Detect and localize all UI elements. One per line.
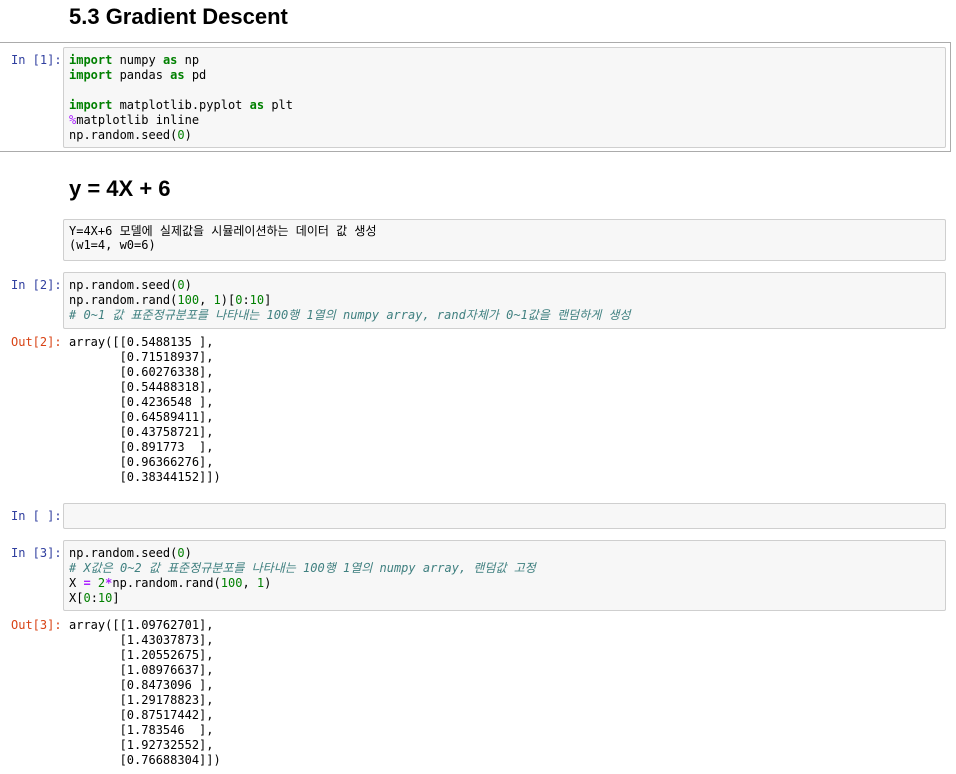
cell-1-code: import numpy as np import pandas as pd i… [69,53,293,142]
cell-2-prompt: In [2]: [11,278,62,292]
empty-cell-prompt: In [ ]: [11,509,62,523]
cell-3-prompt: In [3]: [11,546,62,560]
cell-2-output-prompt: Out[2]: [11,335,62,349]
section-heading: 5.3 Gradient Descent [69,4,288,29]
cell-3-code: np.random.seed(0) # X값은 0~2 값 표준정규분포를 나타… [69,546,536,605]
cell-1-prompt: In [1]: [11,53,62,67]
markdown-text: Y=4X+6 모델에 실제값을 시뮬레이션하는 데이터 값 생성 (w1=4, … [69,224,377,252]
empty-cell-editor[interactable] [63,503,946,529]
cell-2-output: array([[0.5488135 ], [0.71518937], [0.60… [69,335,221,484]
cell-3-output: array([[1.09762701], [1.43037873], [1.20… [69,618,221,767]
cell-3-output-prompt: Out[3]: [11,618,62,632]
equation-heading: y = 4X + 6 [69,176,171,201]
cell-2-code: np.random.seed(0) np.random.rand(100, 1)… [69,278,631,322]
